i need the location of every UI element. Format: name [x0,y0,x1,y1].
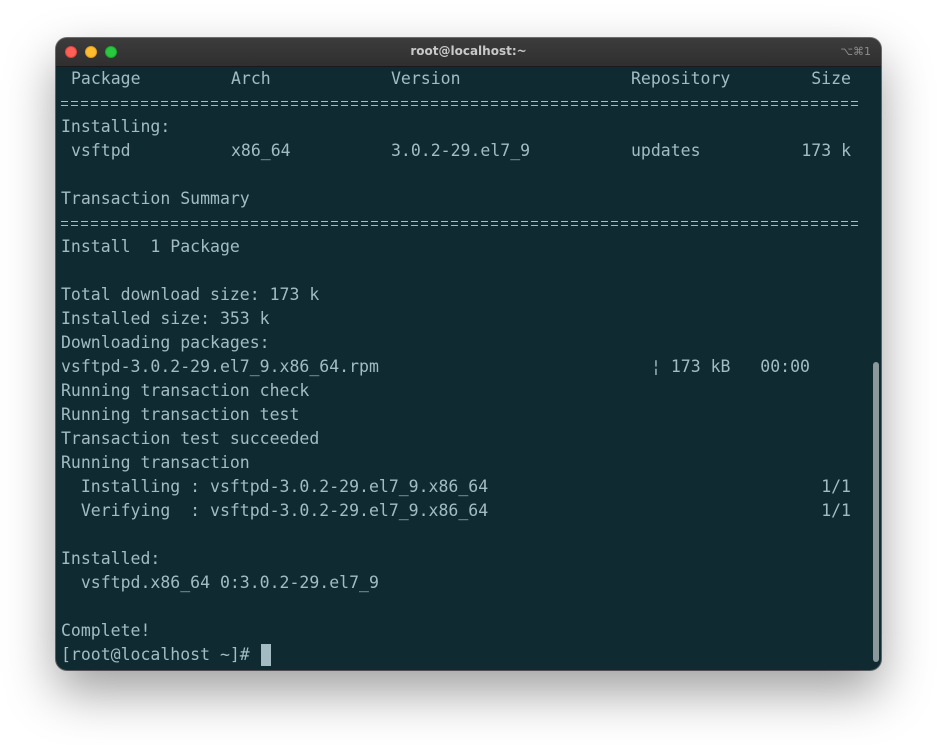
terminal-output[interactable]: Package Arch Version Repository Size Ins… [61,67,861,667]
text-cursor [261,644,271,666]
row-package: vsftpd [71,141,131,160]
complete-message: Complete! [61,621,151,640]
transaction-summary-title: Transaction Summary [61,189,250,208]
header-arch: Arch [231,69,271,88]
header-package: Package [71,69,141,88]
download-row: vsftpd-3.0.2-29.el7_9.x86_64.rpm ¦ 173 k… [61,355,861,379]
installed-size: Installed size: 353 k [61,309,270,328]
window-title: root@localhost:~ [410,44,527,58]
verifying-row: Verifying : vsftpd-3.0.2-29.el7_9.x86_64… [61,499,861,523]
header-size: Size [811,69,851,88]
verifying-count: 1/1 [821,501,851,520]
download-file: vsftpd-3.0.2-29.el7_9.x86_64.rpm [61,357,379,376]
window-shortcut: ⌥⌘1 [840,45,871,58]
table-rule-summary [61,218,861,228]
shell-prompt[interactable]: [root@localhost ~]# [61,643,250,667]
transaction-test-ok: Transaction test succeeded [61,429,320,448]
downloading-label: Downloading packages: [61,333,270,352]
row-size: 173 k [801,141,851,160]
terminal-window: root@localhost:~ ⌥⌘1 Package Arch Versio… [56,38,881,670]
transaction-test: Running transaction test [61,405,300,424]
installing-row: Installing : vsftpd-3.0.2-29.el7_9.x86_6… [61,475,861,499]
installed-package: vsftpd.x86_64 0:3.0.2-29.el7_9 [61,573,379,592]
row-version: 3.0.2-29.el7_9 [391,141,531,160]
header-repository: Repository [631,69,731,88]
table-row: vsftpd x86_64 3.0.2-29.el7_9 updates 173… [61,139,861,163]
installed-label: Installed: [61,549,161,568]
row-arch: x86_64 [231,141,291,160]
row-repository: updates [631,141,701,160]
header-version: Version [391,69,461,88]
scrollbar-thumb[interactable] [873,362,879,662]
table-rule-top [61,98,861,108]
download-progress: ¦ 173 kB 00:00 [651,357,810,376]
table-header-row: Package Arch Version Repository Size [61,67,861,91]
section-installing-label: Installing: [61,117,171,136]
transaction-running: Running transaction [61,453,250,472]
installing-step: Installing : vsftpd-3.0.2-29.el7_9.x86_6… [61,477,489,496]
installing-count: 1/1 [821,477,851,496]
title-bar[interactable]: root@localhost:~ ⌥⌘1 [56,38,881,67]
verifying-step: Verifying : vsftpd-3.0.2-29.el7_9.x86_64 [61,501,489,520]
install-count: Install 1 Package [61,237,240,256]
transaction-check: Running transaction check [61,381,310,400]
total-download-size: Total download size: 173 k [61,285,320,304]
